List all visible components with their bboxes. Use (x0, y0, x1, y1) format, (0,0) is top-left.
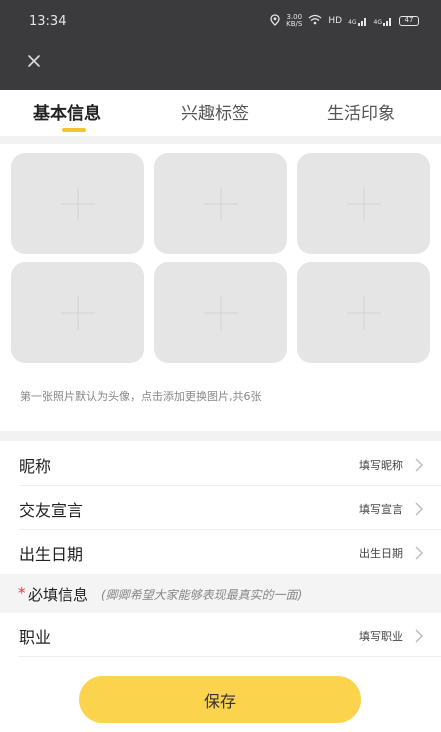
status-icons: 3.00 KB/S HD 4G 4G 47 (270, 11, 419, 31)
wifi-icon (308, 14, 322, 28)
job-label: 职业 (19, 628, 52, 647)
save-button[interactable]: 保存 (79, 676, 361, 723)
required-info-header: * 必填信息 (卿卿希望大家能够表现最真实的一面) (0, 574, 441, 613)
photo-slot-6[interactable] (297, 262, 430, 363)
photo-slot-5[interactable] (154, 262, 287, 363)
motto-placeholder: 填写宣言 (359, 503, 403, 516)
section-divider (0, 431, 441, 441)
required-star: * (18, 584, 26, 602)
birthday-label: 出生日期 (19, 545, 84, 564)
tab-basic-info[interactable]: 基本信息 (33, 99, 101, 124)
signal-icon: 4G (348, 16, 367, 26)
photo-slot-2[interactable] (154, 153, 287, 254)
chevron-right-icon (415, 629, 423, 643)
tab-life-impressions[interactable]: 生活印象 (327, 99, 395, 124)
hd-indicator: HD (328, 16, 343, 26)
close-button[interactable] (24, 51, 44, 71)
required-title: 必填信息 (28, 586, 89, 604)
birthday-row[interactable]: 出生日期 出生日期 (0, 530, 441, 574)
battery-icon: 47 (399, 16, 419, 26)
job-row[interactable]: 职业 填写职业 (0, 613, 441, 657)
status-time: 13:34 (29, 14, 67, 29)
photo-slot-4[interactable] (11, 262, 144, 363)
motto-label: 交友宣言 (19, 501, 84, 520)
birthday-placeholder: 出生日期 (359, 547, 403, 560)
nickname-label: 昵称 (19, 457, 52, 476)
photo-slot-3[interactable] (297, 153, 430, 254)
row-divider (19, 656, 441, 657)
tab-active-indicator (62, 128, 86, 132)
nickname-placeholder: 填写昵称 (359, 459, 403, 472)
photo-slot-1[interactable] (11, 153, 144, 254)
photo-grid: 第一张照片默认为头像，点击添加更换图片,共6张 (0, 144, 441, 434)
required-note: (卿卿希望大家能够表现最真实的一面) (101, 588, 303, 602)
signal-icon-2: 4G (374, 16, 393, 26)
job-placeholder: 填写职业 (359, 630, 403, 643)
close-icon (28, 55, 40, 67)
top-bar: 13:34 3.00 KB/S HD 4G 4G 47 (0, 0, 441, 90)
photo-hint: 第一张照片默认为头像，点击添加更换图片,共6张 (20, 390, 262, 403)
section-divider (0, 136, 441, 144)
chevron-right-icon (415, 502, 423, 516)
chevron-right-icon (415, 458, 423, 472)
tab-bar: 基本信息 兴趣标签 生活印象 (0, 90, 441, 136)
tab-interest-tags[interactable]: 兴趣标签 (181, 99, 249, 124)
network-speed: 3.00 KB/S (286, 13, 303, 28)
chevron-right-icon (415, 546, 423, 560)
location-icon (270, 13, 280, 29)
nickname-row[interactable]: 昵称 填写昵称 (0, 442, 441, 486)
motto-row[interactable]: 交友宣言 填写宣言 (0, 486, 441, 530)
